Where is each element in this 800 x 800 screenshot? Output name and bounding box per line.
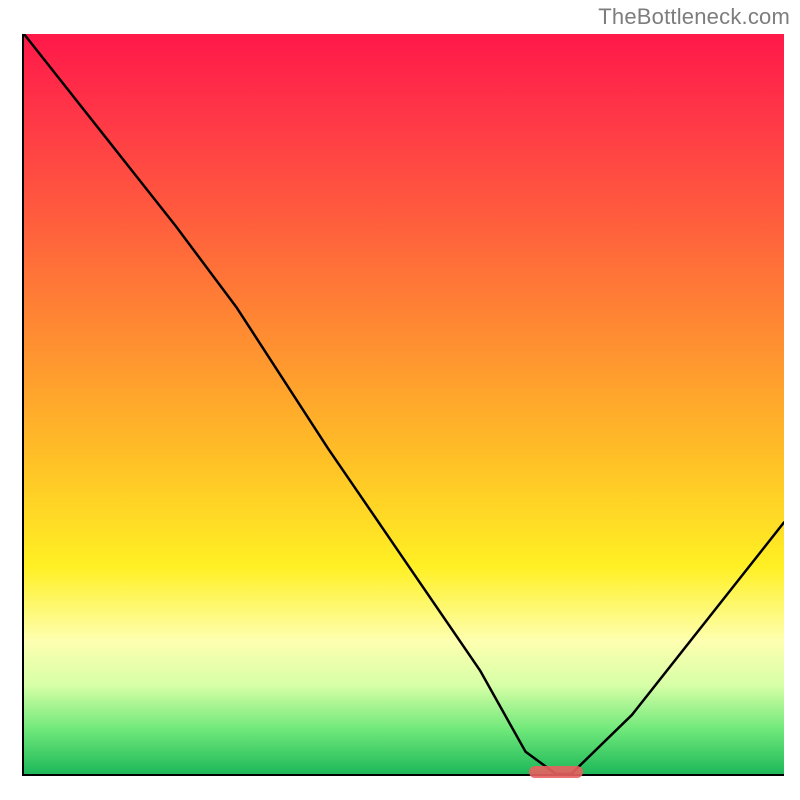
bottleneck-curve bbox=[24, 34, 784, 774]
plot-area bbox=[22, 34, 784, 776]
watermark-text: TheBottleneck.com bbox=[598, 4, 790, 30]
chart-canvas: TheBottleneck.com bbox=[0, 0, 800, 800]
optimal-range-marker bbox=[529, 766, 583, 778]
